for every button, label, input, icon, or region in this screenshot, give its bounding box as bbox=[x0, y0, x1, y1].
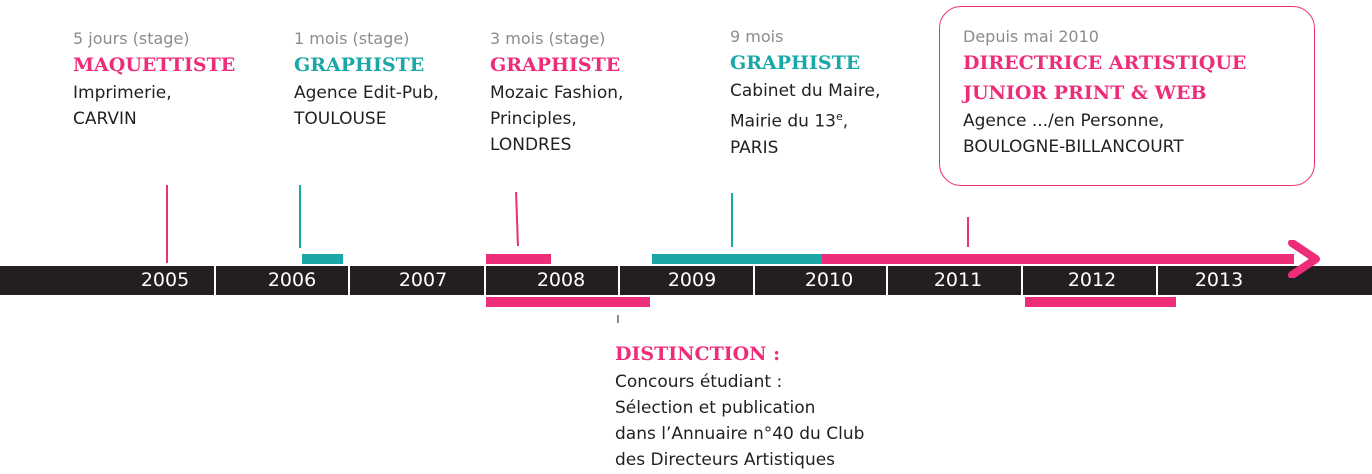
entry-title: GRAPHISTE bbox=[490, 54, 621, 76]
timeline-entry-current: Depuis mai 2010 DIRECTRICE ARTISTIQUE JU… bbox=[963, 26, 1246, 160]
entry-description-line: PARIS bbox=[730, 137, 779, 158]
distinction-line: Sélection et publication bbox=[615, 398, 816, 418]
distinction-connector bbox=[617, 315, 619, 323]
connector-line-edit-pub bbox=[299, 185, 301, 248]
entry-description-line: CARVIN bbox=[73, 109, 137, 129]
year-divider bbox=[214, 266, 216, 295]
entry-description-line: BOULOGNE-BILLANCOURT bbox=[963, 137, 1184, 157]
distinction-line: dans l’Annuaire n°40 du Club bbox=[615, 424, 865, 444]
entry-duration: 9 mois bbox=[730, 27, 784, 46]
distinction-title: DISTINCTION : bbox=[615, 343, 781, 365]
entry-description-line: Agence .../en Personne, bbox=[963, 111, 1165, 131]
year-divider bbox=[484, 266, 486, 295]
entry-duration: 1 mois (stage) bbox=[294, 29, 410, 48]
duration-segment-mozaic bbox=[486, 254, 551, 264]
connector-line-maquettiste bbox=[166, 185, 168, 263]
distinction-line: des Directeurs Artistiques bbox=[615, 450, 836, 470]
year-label-2009: 2009 bbox=[667, 269, 717, 291]
year-divider bbox=[753, 266, 755, 295]
year-label-2011: 2011 bbox=[933, 269, 983, 291]
entry-description-text: , bbox=[842, 111, 849, 132]
year-divider bbox=[1021, 266, 1023, 295]
year-label-2006: 2006 bbox=[267, 269, 317, 291]
year-divider bbox=[1156, 266, 1158, 295]
year-label-2013: 2013 bbox=[1194, 269, 1244, 291]
year-label-2012: 2012 bbox=[1067, 269, 1117, 291]
entry-duration: Depuis mai 2010 bbox=[963, 27, 1099, 46]
timeline-entry-mozaic: 3 mois (stage) GRAPHISTE Mozaic Fashion,… bbox=[490, 28, 623, 158]
duration-segment-current bbox=[822, 254, 1294, 264]
year-label-2010: 2010 bbox=[804, 269, 854, 291]
entry-description-line: Agence Edit-Pub, bbox=[294, 83, 439, 103]
entry-description-line: LONDRES bbox=[490, 135, 572, 155]
distinction-block: DISTINCTION : Concours étudiant : Sélect… bbox=[615, 339, 864, 473]
entry-title: GRAPHISTE bbox=[294, 54, 425, 76]
timeline-entry-maquettiste: 5 jours (stage) MAQUETTISTE Imprimerie, … bbox=[73, 28, 235, 132]
entry-title: DIRECTRICE ARTISTIQUE bbox=[963, 52, 1247, 74]
duration-segment-edit-pub bbox=[302, 254, 343, 264]
distinction-line: Concours étudiant : bbox=[615, 372, 783, 392]
connector-line-current bbox=[967, 217, 969, 247]
entry-title: GRAPHISTE bbox=[730, 52, 861, 74]
connector-line-mairie bbox=[731, 193, 733, 247]
entry-duration: 5 jours (stage) bbox=[73, 29, 190, 48]
arrow-right-icon bbox=[1288, 240, 1320, 278]
connector-line-mozaic bbox=[515, 191, 519, 247]
entry-duration: 3 mois (stage) bbox=[490, 29, 606, 48]
year-divider bbox=[618, 266, 620, 295]
entry-title: MAQUETTISTE bbox=[73, 54, 236, 76]
superscript-text: e bbox=[835, 110, 843, 123]
duration-segment-mairie bbox=[652, 254, 822, 264]
entry-description-line: Cabinet du Maire, bbox=[730, 81, 881, 101]
entry-description-line: Mozaic Fashion, bbox=[490, 83, 624, 103]
entry-description-line: TOULOUSE bbox=[294, 109, 387, 129]
duration-segment-2012 bbox=[1025, 297, 1176, 307]
distinction-segment bbox=[486, 297, 650, 307]
timeline-entry-edit-pub: 1 mois (stage) GRAPHISTE Agence Edit-Pub… bbox=[294, 28, 439, 132]
year-divider bbox=[348, 266, 350, 295]
year-label-2005: 2005 bbox=[140, 269, 190, 291]
timeline-entry-mairie: 9 mois GRAPHISTE Cabinet du Maire, Mairi… bbox=[730, 26, 880, 161]
year-divider bbox=[886, 266, 888, 295]
entry-description-text: Mairie du 13 bbox=[730, 111, 836, 132]
entry-description-line: Mairie du 13e, bbox=[730, 104, 880, 135]
year-label-2008: 2008 bbox=[536, 269, 586, 291]
entry-title-line-2: JUNIOR PRINT & WEB bbox=[963, 82, 1207, 104]
entry-description-line: Principles, bbox=[490, 109, 577, 129]
entry-description-line: Imprimerie, bbox=[73, 83, 172, 103]
year-label-2007: 2007 bbox=[398, 269, 448, 291]
